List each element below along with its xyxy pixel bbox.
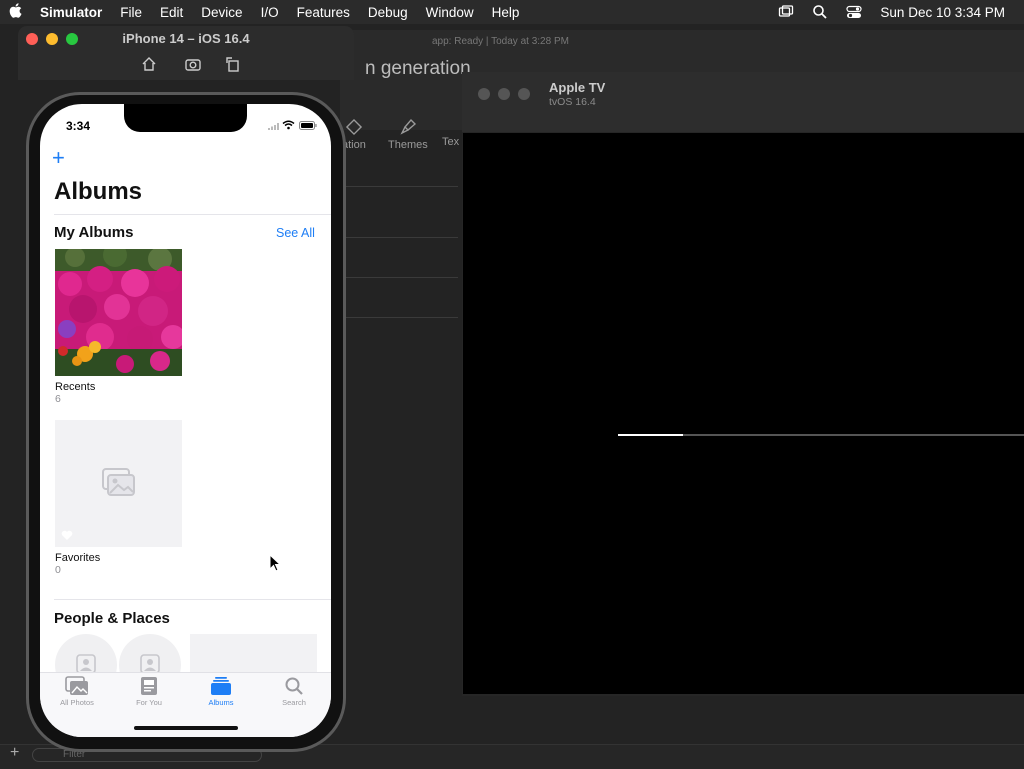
recents-album-thumbnail[interactable]	[55, 249, 182, 376]
tab-label: For You	[136, 698, 162, 707]
album-name: Favorites	[55, 552, 101, 564]
xcode-tool-themes[interactable]: Themes	[388, 118, 428, 151]
person-placeholder-icon	[76, 654, 96, 674]
xcode-list-divider	[346, 317, 458, 318]
apple-tv-subtitle: tvOS 16.4	[549, 96, 596, 108]
album-name: Recents	[55, 381, 96, 393]
cellular-signal-icon	[268, 123, 279, 130]
zoom-button[interactable]	[518, 88, 530, 100]
battery-icon	[299, 121, 317, 130]
people-places-heading: People & Places	[54, 610, 170, 627]
mouse-cursor-icon	[269, 554, 281, 572]
xcode-list-divider	[346, 277, 458, 278]
apple-logo-icon	[9, 3, 22, 18]
person-placeholder-icon	[140, 654, 160, 674]
album-count: 6	[55, 393, 61, 405]
albums-icon	[211, 677, 231, 695]
xcode-activity-status: app: Ready | Today at 3:28 PM	[432, 36, 569, 47]
xcode-tool-text[interactable]: Tex	[442, 136, 459, 148]
tab-for-you[interactable]: For You	[119, 676, 179, 707]
search-icon	[285, 677, 303, 695]
menubar-clock[interactable]: Sun Dec 10 3:34 PM	[871, 5, 1014, 20]
add-album-button[interactable]: +	[52, 147, 65, 169]
status-time: 3:34	[66, 119, 91, 133]
add-icon[interactable]: +	[10, 744, 19, 762]
apple-tv-titlebar	[462, 72, 1024, 132]
favorites-album-thumbnail[interactable]	[55, 420, 182, 547]
screenshot-icon[interactable]	[184, 55, 202, 73]
tab-label: Albums	[208, 698, 234, 707]
close-button[interactable]	[478, 88, 490, 100]
apple-tv-screen[interactable]	[463, 133, 1024, 694]
rotate-icon[interactable]	[224, 55, 242, 73]
home-indicator[interactable]	[134, 726, 238, 730]
menu-io[interactable]: I/O	[252, 5, 288, 20]
menu-edit[interactable]: Edit	[151, 5, 192, 20]
tab-search[interactable]: Search	[264, 676, 324, 707]
heart-icon	[61, 530, 73, 540]
home-icon[interactable]	[140, 55, 158, 73]
xcode-window-title: n generation	[365, 58, 471, 79]
tab-all-photos[interactable]: All Photos	[47, 676, 107, 707]
xcode-tool-label: Tex	[442, 136, 460, 148]
divider	[54, 599, 331, 600]
photos-icon	[65, 676, 88, 695]
simulator-title: iPhone 14 – iOS 16.4	[122, 31, 250, 46]
iphone-screen: 3:34 + Albums My Albums See All Recents …	[40, 104, 331, 737]
menu-help[interactable]: Help	[483, 5, 529, 20]
menu-features[interactable]: Features	[288, 5, 359, 20]
menu-debug[interactable]: Debug	[359, 5, 417, 20]
boot-progress-fill	[618, 434, 683, 436]
screen-mirroring-icon[interactable]	[778, 4, 794, 20]
menu-window[interactable]: Window	[417, 5, 483, 20]
animation-icon	[345, 118, 362, 136]
apple-menu[interactable]	[0, 3, 31, 21]
divider	[54, 214, 331, 215]
simulator-titlebar: iPhone 14 – iOS 16.4	[18, 26, 354, 80]
xcode-list-divider	[346, 237, 458, 238]
notch	[124, 104, 247, 132]
menu-device[interactable]: Device	[192, 5, 251, 20]
tab-label: Search	[282, 698, 306, 707]
my-albums-heading: My Albums	[54, 224, 134, 241]
photo-placeholder-icon	[102, 468, 135, 496]
paintbrush-icon	[400, 118, 416, 135]
page-title: Albums	[54, 178, 143, 205]
control-center-icon[interactable]	[846, 4, 863, 20]
wifi-icon	[282, 120, 295, 130]
spotlight-search-icon[interactable]	[812, 4, 828, 20]
tab-label: All Photos	[60, 698, 94, 707]
see-all-link[interactable]: See All	[276, 226, 315, 240]
tab-albums[interactable]: Albums	[191, 676, 251, 707]
album-count: 0	[55, 564, 61, 576]
apple-tv-title: Apple TV	[549, 80, 606, 95]
xcode-tool-label: Themes	[388, 139, 428, 151]
menu-file[interactable]: File	[111, 5, 151, 20]
minimize-button[interactable]	[498, 88, 510, 100]
for-you-icon	[141, 677, 157, 695]
xcode-list-divider	[346, 186, 458, 187]
menu-bar: Simulator File Edit Device I/O Features …	[0, 0, 1024, 24]
app-menu-simulator[interactable]: Simulator	[31, 5, 111, 20]
flowers-photo	[55, 249, 182, 376]
